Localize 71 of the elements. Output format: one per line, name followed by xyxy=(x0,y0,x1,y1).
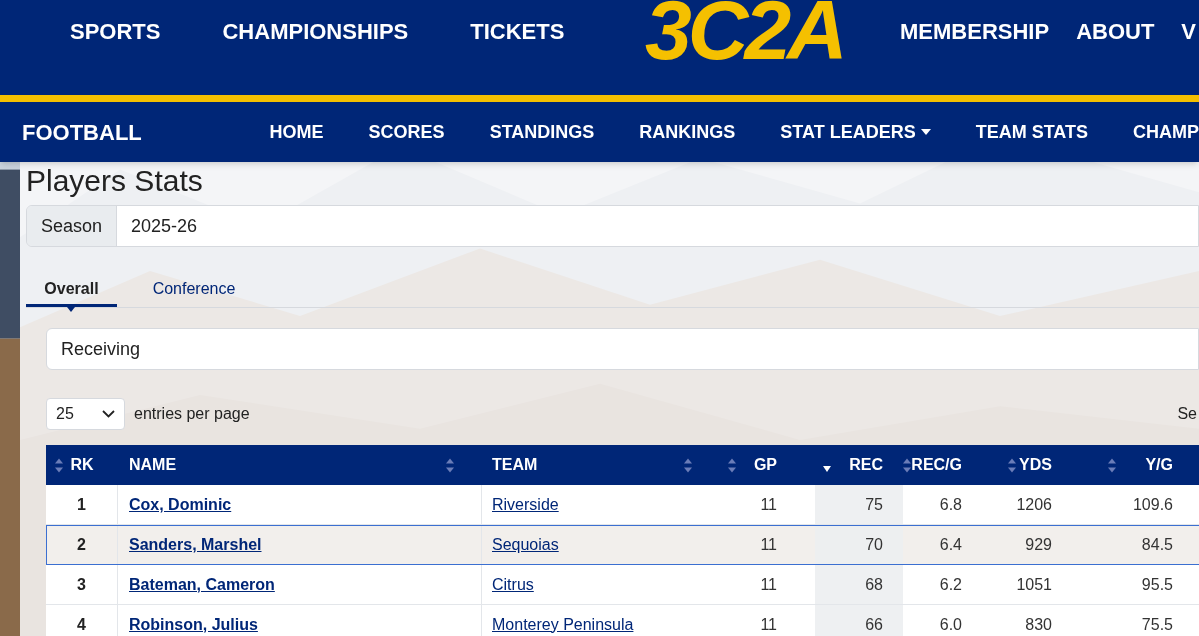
team-link[interactable]: Sequoias xyxy=(492,532,559,557)
table-cell-text: 11 xyxy=(760,614,777,635)
table-cell-text: 3 xyxy=(77,574,86,595)
table-cell-text: 830 xyxy=(1025,614,1052,635)
sport-nav-link[interactable]: STANDINGS xyxy=(489,118,595,146)
top-nav-link[interactable]: SPORTS xyxy=(70,15,161,80)
table-cell-text: 1206 xyxy=(1016,494,1052,515)
table-cell-text: 929 xyxy=(1025,534,1052,555)
table-cell-text: 6.2 xyxy=(939,574,962,595)
column-header[interactable]: Y/G xyxy=(1100,445,1199,485)
player-link[interactable]: Sanders, Marshel xyxy=(129,532,262,557)
table-row[interactable]: 4 Robinson, Julius Monterey Peninsula 11 66 6.0 830 75.5 xyxy=(46,605,1199,636)
team-link[interactable]: Monterey Peninsula xyxy=(492,612,634,636)
table-row[interactable]: 3 Bateman, Cameron Citrus 11 68 6.2 1051 95.5 xyxy=(46,565,1199,605)
table-cell-text: 84.5 xyxy=(1141,534,1173,555)
column-header[interactable]: TEAM xyxy=(482,445,720,485)
table-cell-text: 11 xyxy=(760,574,777,595)
table-cell-text: 11 xyxy=(760,534,777,555)
tab[interactable]: Conference xyxy=(117,265,271,307)
top-nav-link[interactable]: TICKETS xyxy=(470,15,565,80)
player-link[interactable]: Robinson, Julius xyxy=(129,612,258,636)
column-header[interactable]: REC xyxy=(815,445,903,485)
page-title: Players Stats xyxy=(26,166,203,198)
site-logo[interactable]: 3C2A xyxy=(645,0,900,72)
team-link[interactable]: Riverside xyxy=(492,492,559,517)
sport-nav-link[interactable]: CHAMP xyxy=(1133,118,1199,146)
table-cell-text: 2 xyxy=(77,534,86,555)
sport-nav-link[interactable]: TEAM STATS xyxy=(975,118,1088,146)
table-cell-text: 6.0 xyxy=(939,614,962,635)
table-cell-text: 4 xyxy=(77,614,86,635)
sport-nav-link[interactable]: SCORES xyxy=(368,118,445,146)
table-cell-text: 1051 xyxy=(1016,574,1052,595)
chevron-down-icon xyxy=(102,410,115,418)
player-link[interactable]: Bateman, Cameron xyxy=(129,572,275,597)
table-cell-text: 95.5 xyxy=(1141,574,1173,595)
season-label: Season xyxy=(27,206,118,246)
entries-label: entries per page xyxy=(134,404,250,424)
column-header[interactable]: RK xyxy=(46,445,118,485)
table-cell-text: 109.6 xyxy=(1132,494,1173,515)
table-cell-text: 68 xyxy=(865,574,883,595)
column-header[interactable]: YDS xyxy=(1000,445,1100,485)
sport-nav-link[interactable]: RANKINGS xyxy=(639,118,736,146)
entries-select[interactable]: 25 xyxy=(46,398,125,430)
table-cell-text: 75.5 xyxy=(1141,614,1173,635)
column-header[interactable]: GP xyxy=(720,445,815,485)
table-cell-text: 1 xyxy=(77,494,86,515)
column-header[interactable]: NAME xyxy=(118,445,482,485)
season-value: 2025-26 xyxy=(117,206,1198,246)
top-nav-link[interactable]: CHAMPIONSHIPS xyxy=(222,15,409,80)
tab-pointer-icon xyxy=(67,307,75,312)
category-select[interactable]: Receiving xyxy=(46,328,1199,370)
table-cell-text: 66 xyxy=(865,614,883,635)
sport-title: FOOTBALL xyxy=(21,118,143,147)
table-cell-text: 6.8 xyxy=(939,494,962,515)
sport-nav-link[interactable]: STAT LEADERS xyxy=(780,118,931,146)
player-link[interactable]: Cox, Dominic xyxy=(129,492,232,517)
table-cell-text: 11 xyxy=(760,494,777,515)
search-label: Se xyxy=(1177,404,1198,424)
team-link[interactable]: Citrus xyxy=(492,572,534,597)
tab[interactable]: Overall xyxy=(26,265,117,307)
column-header[interactable]: REC/G xyxy=(903,445,1000,485)
table-row[interactable]: 2 Sanders, Marshel Sequoias 11 70 6.4 929 84.5 xyxy=(46,525,1199,565)
table-cell-text: 75 xyxy=(865,494,883,515)
table-cell-text: 70 xyxy=(865,534,883,555)
season-select[interactable]: Season 2025-26 xyxy=(26,205,1199,247)
top-nav-link[interactable]: ABOUT xyxy=(1076,15,1155,80)
top-nav-link[interactable]: MEMBERSHIP xyxy=(900,15,1050,80)
table-cell-text: 6.4 xyxy=(939,534,962,555)
top-nav-link[interactable]: V xyxy=(1181,15,1197,80)
sport-nav-link[interactable]: HOME xyxy=(269,118,324,146)
table-row[interactable]: 1 Cox, Dominic Riverside 11 75 6.8 1206 109.6 xyxy=(46,485,1199,525)
